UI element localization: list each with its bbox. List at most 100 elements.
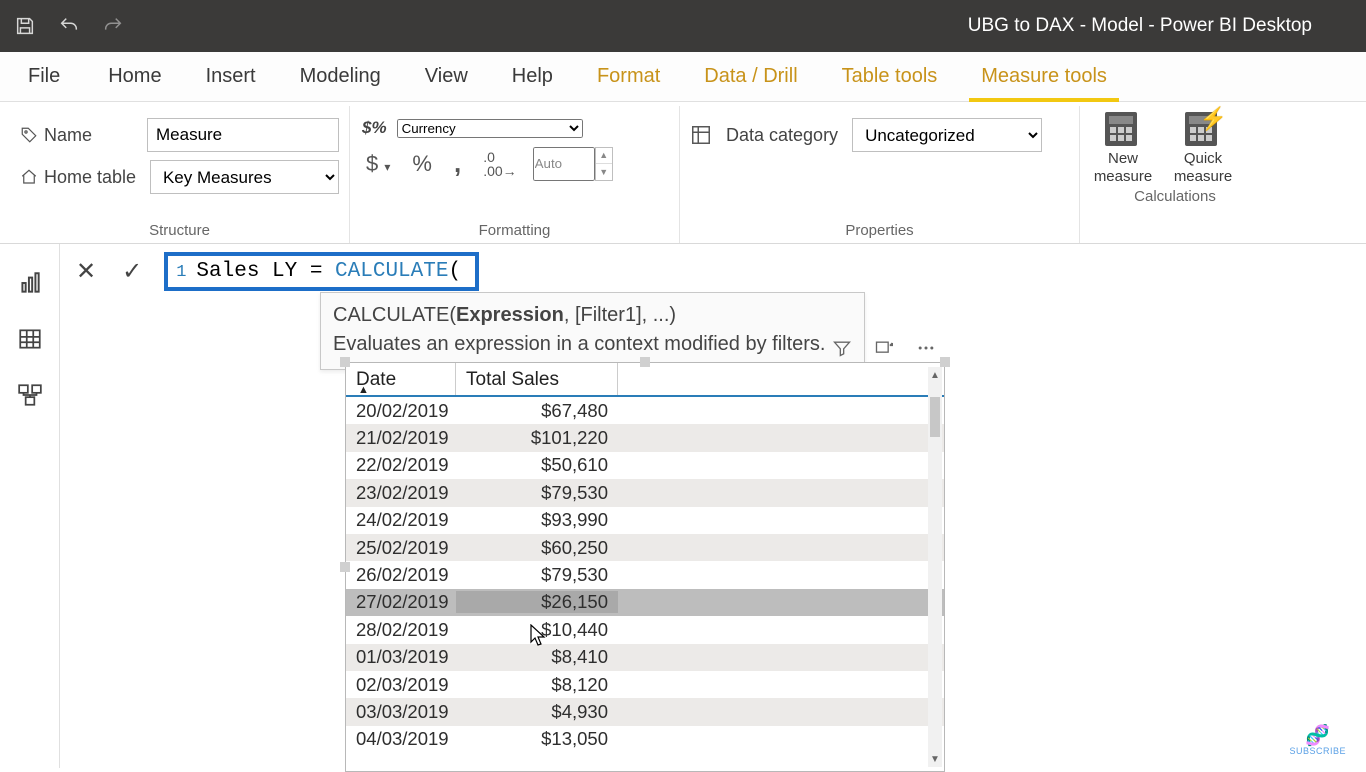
decimal-button[interactable]: .0.00→ (477, 148, 522, 180)
canvas[interactable]: ✕ ✓ 1 Sales LY = CALCULATE( CALCULATE(Ex… (60, 244, 1366, 768)
dna-icon: 🧬 (1289, 726, 1346, 746)
new-measure-button[interactable]: New measure (1090, 112, 1156, 186)
scroll-up-icon[interactable]: ▲ (928, 367, 942, 383)
table-row[interactable]: 22/02/2019$50,610 (346, 452, 944, 479)
cell-date: 27/02/2019 (346, 591, 456, 613)
table-row[interactable]: 23/02/2019$79,530 (346, 479, 944, 506)
table-row[interactable]: 01/03/2019$8,410 (346, 644, 944, 671)
cell-sales: $26,150 (456, 591, 618, 613)
cell-sales: $79,530 (456, 564, 618, 586)
cell-sales: $67,480 (456, 400, 618, 422)
scroll-down-icon[interactable]: ▼ (928, 751, 942, 767)
cell-sales: $50,610 (456, 454, 618, 476)
ribbon-body: Name Home table Key Measures Structure (0, 102, 1366, 244)
ribbon-group-formatting: $% Currency $ ▾ % , .0.00→ ▲▼ Formatting (350, 106, 680, 243)
cell-sales: $60,250 (456, 537, 618, 559)
comma-button[interactable]: , (448, 146, 467, 181)
tab-modeling[interactable]: Modeling (278, 52, 403, 101)
name-label: Name (44, 125, 92, 146)
resize-handle[interactable] (340, 562, 350, 572)
table-row[interactable]: 20/02/2019$67,480 (346, 397, 944, 424)
window-title: UBG to DAX - Model - Power BI Desktop (968, 15, 1312, 37)
currency-button[interactable]: $ ▾ (360, 149, 396, 179)
ribbon-tabs: File Home Insert Modeling View Help Form… (0, 52, 1366, 102)
formula-cancel-button[interactable]: ✕ (72, 257, 100, 286)
ribbon-group-properties: Data category Uncategorized Properties (680, 106, 1080, 243)
cell-date: 28/02/2019 (346, 619, 456, 641)
scroll-thumb[interactable] (930, 397, 940, 437)
hometable-select[interactable]: Key Measures (150, 160, 339, 194)
group-caption-formatting: Formatting (360, 220, 669, 243)
table-row[interactable]: 27/02/2019$26,150 (346, 589, 944, 616)
titlebar: UBG to DAX - Model - Power BI Desktop (0, 0, 1366, 52)
table-row[interactable]: 24/02/2019$93,990 (346, 507, 944, 534)
focus-mode-icon[interactable] (872, 336, 896, 360)
table-visual[interactable]: ▲ ▼ Date ▲ Total Sales 20/02/2019$67,480… (345, 362, 945, 772)
cell-sales: $101,220 (456, 427, 618, 449)
tab-table-tools[interactable]: Table tools (820, 52, 960, 101)
report-view-icon[interactable] (15, 268, 45, 298)
resize-handle[interactable] (940, 357, 950, 367)
data-view-icon[interactable] (15, 324, 45, 354)
tab-help[interactable]: Help (490, 52, 575, 101)
tag-icon (20, 126, 38, 144)
scrollbar[interactable]: ▲ ▼ (928, 367, 942, 767)
cell-sales: $79,530 (456, 482, 618, 504)
table-row[interactable]: 26/02/2019$79,530 (346, 561, 944, 588)
model-view-icon[interactable] (15, 380, 45, 410)
table-row[interactable]: 28/02/2019$10,440 (346, 616, 944, 643)
column-header-sales[interactable]: Total Sales (456, 363, 618, 395)
tab-format[interactable]: Format (575, 52, 682, 101)
bolt-icon: ⚡ (1200, 106, 1227, 132)
table-header: Date ▲ Total Sales (346, 363, 944, 397)
table-body: 20/02/2019$67,48021/02/2019$101,22022/02… (346, 397, 944, 753)
tab-home[interactable]: Home (86, 52, 183, 101)
calculator-icon (1105, 112, 1137, 146)
percent-button[interactable]: % (406, 149, 438, 179)
tab-file[interactable]: File (18, 52, 86, 101)
tab-data-drill[interactable]: Data / Drill (682, 52, 819, 101)
cell-sales: $8,120 (456, 674, 618, 696)
decimal-places-input[interactable] (533, 147, 595, 181)
undo-icon[interactable] (58, 15, 80, 37)
datacategory-select[interactable]: Uncategorized (852, 118, 1042, 152)
sort-asc-icon: ▲ (358, 384, 369, 396)
cell-sales: $93,990 (456, 509, 618, 531)
filter-icon[interactable] (830, 336, 854, 360)
cell-sales: $4,930 (456, 701, 618, 723)
cell-date: 04/03/2019 (346, 728, 456, 750)
cell-date: 01/03/2019 (346, 646, 456, 668)
table-row[interactable]: 21/02/2019$101,220 (346, 424, 944, 451)
cell-date: 23/02/2019 (346, 482, 456, 504)
format-select[interactable]: Currency (397, 119, 583, 138)
formula-input[interactable]: 1 Sales LY = CALCULATE( (164, 252, 479, 291)
cell-date: 02/03/2019 (346, 674, 456, 696)
quick-measure-button[interactable]: ⚡ Quick measure (1170, 112, 1236, 186)
cell-sales: $13,050 (456, 728, 618, 750)
cell-date: 20/02/2019 (346, 400, 456, 422)
table-row[interactable]: 25/02/2019$60,250 (346, 534, 944, 561)
tab-measure-tools[interactable]: Measure tools (959, 52, 1129, 101)
intellisense-tooltip: CALCULATE(Expression, [Filter1], ...) Ev… (320, 292, 865, 370)
tab-view[interactable]: View (403, 52, 490, 101)
resize-handle[interactable] (640, 357, 650, 367)
group-caption-structure: Structure (20, 220, 339, 243)
subscribe-badge: 🧬 SUBSCRIBE (1289, 726, 1346, 756)
more-options-icon[interactable] (914, 336, 938, 360)
cell-date: 22/02/2019 (346, 454, 456, 476)
decimal-stepper[interactable]: ▲▼ (595, 147, 613, 181)
hometable-label: Home table (44, 167, 136, 188)
tab-insert[interactable]: Insert (184, 52, 278, 101)
table-row[interactable]: 04/03/2019$13,050 (346, 726, 944, 753)
save-icon[interactable] (14, 15, 36, 37)
name-input[interactable] (147, 118, 339, 152)
cell-date: 25/02/2019 (346, 537, 456, 559)
formula-commit-button[interactable]: ✓ (118, 257, 146, 286)
redo-icon[interactable] (102, 15, 124, 37)
formula-bar: ✕ ✓ 1 Sales LY = CALCULATE( (72, 252, 1366, 291)
cell-date: 03/03/2019 (346, 701, 456, 723)
table-row[interactable]: 02/03/2019$8,120 (346, 671, 944, 698)
column-header-date[interactable]: Date ▲ (346, 363, 456, 395)
table-row[interactable]: 03/03/2019$4,930 (346, 698, 944, 725)
category-icon (690, 124, 712, 146)
